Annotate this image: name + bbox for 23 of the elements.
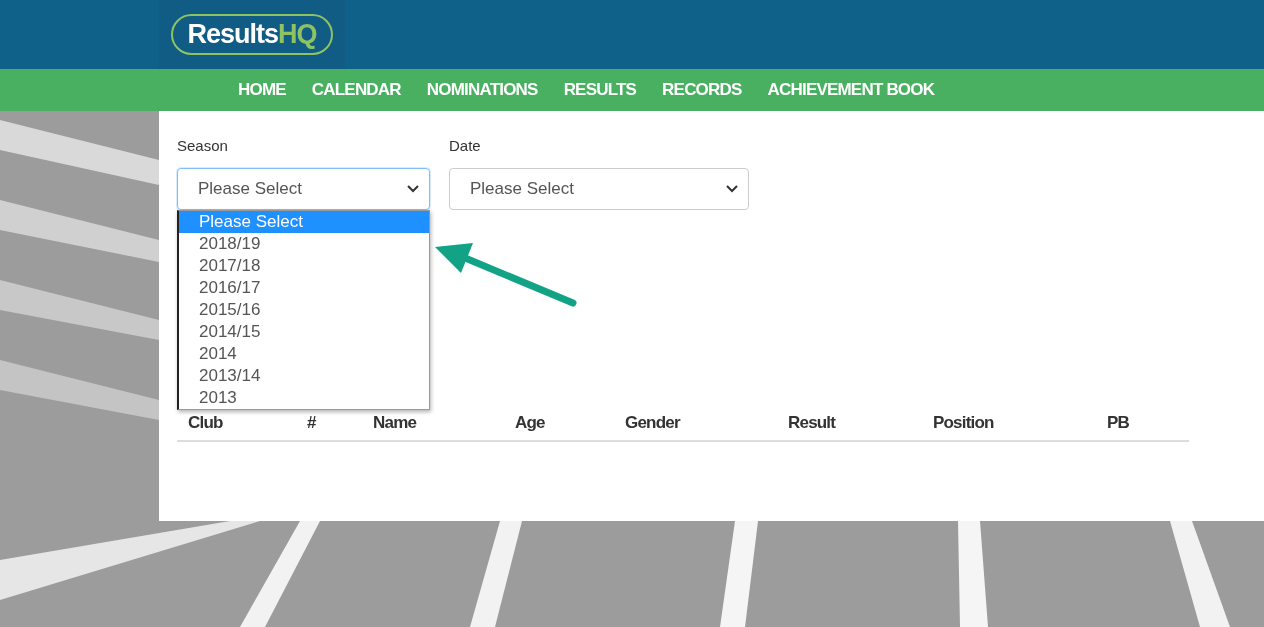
dropdown-option[interactable]: 2017/18 (179, 254, 429, 277)
column-header: Name (373, 411, 418, 434)
column-header: Age (515, 411, 546, 434)
dropdown-option[interactable]: 2013 (179, 386, 429, 409)
chevron-icon (407, 184, 419, 193)
column-header: Position (933, 411, 995, 434)
dropdown-option[interactable]: 2014/15 (179, 320, 429, 343)
select-field[interactable]: Please Select (449, 167, 749, 210)
column-header: Result (788, 411, 837, 434)
dropdown-option[interactable]: 2018/19 (179, 232, 429, 255)
field-label: Date (449, 136, 482, 156)
dropdown-option[interactable]: 2013/14 (179, 364, 429, 387)
dropdown-option[interactable]: 2014 (179, 342, 429, 365)
column-header: # (307, 411, 318, 434)
column-header: Club (188, 411, 224, 434)
dropdown-option[interactable]: 2015/16 (179, 298, 429, 321)
logo[interactable]: ResultsHQ (171, 14, 333, 55)
field-label: Season (177, 136, 229, 156)
column-header: PB (1107, 411, 1131, 434)
column-header: Gender (625, 411, 682, 434)
dropdown-option[interactable]: 2016/17 (179, 276, 429, 299)
chevron-icon (726, 184, 738, 193)
select-field[interactable]: Please Select (177, 167, 430, 210)
